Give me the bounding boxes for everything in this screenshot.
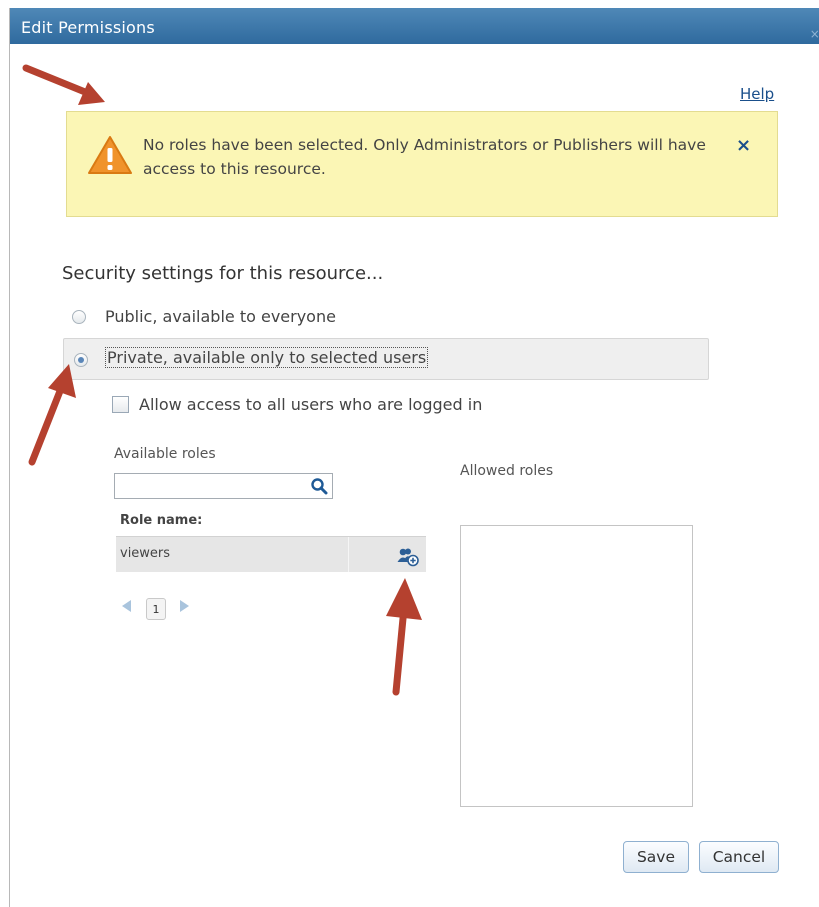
- annotation-arrow-icon: [22, 64, 105, 105]
- security-settings-title: Security settings for this resource...: [62, 263, 384, 284]
- alert-message: No roles have been selected. Only Admini…: [143, 136, 706, 178]
- role-name-column-header: Role name:: [120, 513, 203, 528]
- pager-prev-icon[interactable]: [122, 600, 131, 612]
- search-icon[interactable]: [310, 477, 328, 495]
- table-row: viewers: [116, 536, 426, 572]
- allow-logged-in-label: Allow access to all users who are logged…: [139, 395, 483, 414]
- role-name-cell: viewers: [120, 546, 171, 561]
- allowed-roles-list[interactable]: [460, 525, 693, 807]
- edit-permissions-dialog: Edit Permissions × Help No roles have be…: [9, 8, 819, 907]
- dialog-title: Edit Permissions: [21, 18, 155, 37]
- alert-close-icon[interactable]: ×: [736, 135, 751, 156]
- available-roles-label: Available roles: [114, 446, 216, 462]
- private-option-label: Private, available only to selected user…: [104, 347, 429, 368]
- column-divider: [348, 537, 349, 572]
- save-button[interactable]: Save: [623, 841, 689, 873]
- add-role-icon[interactable]: [397, 547, 419, 567]
- pager-next-icon[interactable]: [180, 600, 189, 612]
- dialog-close-icon[interactable]: ×: [810, 14, 819, 54]
- help-link[interactable]: Help: [740, 85, 774, 103]
- cancel-button[interactable]: Cancel: [699, 841, 779, 873]
- dialog-titlebar: Edit Permissions ×: [10, 8, 819, 44]
- private-option[interactable]: Private, available only to selected user…: [63, 338, 709, 380]
- public-option-label: Public, available to everyone: [105, 307, 336, 326]
- allowed-roles-label: Allowed roles: [460, 463, 554, 479]
- pager-current-page[interactable]: 1: [146, 598, 166, 620]
- annotation-arrow-icon: [386, 578, 422, 696]
- warning-icon: [88, 136, 132, 174]
- public-radio[interactable]: [72, 310, 86, 324]
- allow-logged-in-checkbox[interactable]: [112, 396, 129, 413]
- warning-alert: No roles have been selected. Only Admini…: [66, 111, 778, 217]
- annotation-arrow-icon: [28, 364, 76, 466]
- role-search-input[interactable]: [114, 473, 333, 499]
